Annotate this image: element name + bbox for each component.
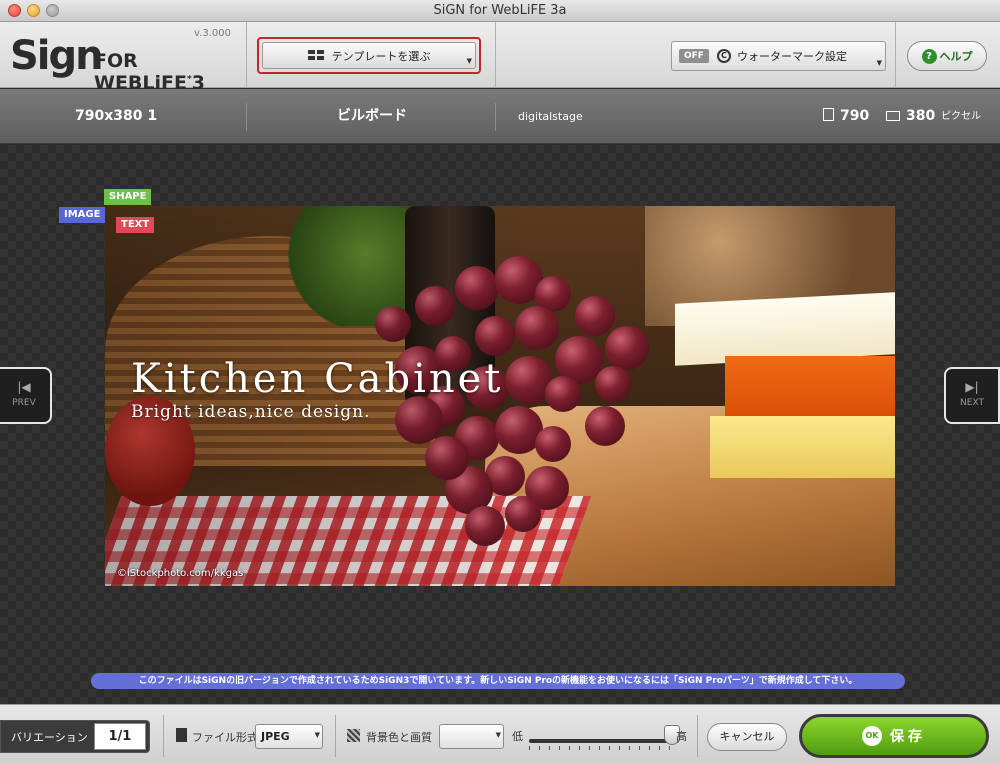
banner-title-text[interactable]: Kitchen Cabinet	[131, 356, 503, 402]
main-toolbar: Sign FOR WEBLiFE*3 v.3.000 テンプレートを選ぶ ▼ O…	[0, 22, 1000, 94]
prev-label: PREV	[12, 398, 36, 408]
banner-subtitle-text[interactable]: Bright ideas,nice design.	[131, 402, 370, 422]
template-size-variant: 790x380 1	[75, 108, 158, 124]
next-template-button[interactable]: ▶| NEXT	[944, 367, 1000, 424]
quality-slider[interactable]	[529, 739, 679, 743]
bg-quality-label: 背景色と画質	[366, 731, 432, 744]
copyright-icon: C	[716, 49, 731, 63]
next-label: NEXT	[960, 398, 984, 408]
variation-control: バリエーション 1/1	[0, 720, 150, 753]
info-divider	[495, 103, 496, 131]
banner-preview[interactable]: Kitchen Cabinet Bright ideas,nice design…	[105, 206, 895, 586]
zoom-window-button[interactable]	[46, 4, 59, 17]
app-version: v.3.000	[194, 28, 231, 39]
quality-low-label: 低	[512, 730, 523, 743]
bottom-toolbar: バリエーション 1/1 ファイル形式 JPEG ▼ 背景色と画質 ▼ 低 高 キ…	[0, 704, 1000, 764]
window-title-bar: SiGN for WebLiFE 3a	[0, 0, 1000, 22]
watermark-settings-label: ウォーターマーク設定	[736, 50, 847, 63]
select-template-button[interactable]: テンプレートを選ぶ ▼	[262, 42, 476, 69]
save-button[interactable]: OK 保存	[799, 714, 989, 758]
toolbar-divider	[895, 22, 896, 88]
watermark-off-badge[interactable]: OFF	[679, 49, 709, 63]
dropdown-arrow-icon: ▼	[495, 731, 501, 739]
help-label: ヘルプ	[939, 50, 973, 63]
close-window-button[interactable]	[8, 4, 21, 17]
photo-credit: ©iStockphoto.com/kkgas	[117, 568, 244, 579]
skip-back-icon: |◀	[17, 380, 31, 394]
logo-product-name: FOR WEBLiFE*3	[94, 50, 205, 94]
shape-layer-tag[interactable]: SHAPE	[104, 189, 152, 205]
template-author: digitalstage	[518, 110, 583, 123]
legacy-version-notice: このファイルはSiGNの旧バージョンで作成されているためSiGN3で開いています…	[91, 673, 905, 689]
minimize-window-button[interactable]	[27, 4, 40, 17]
pixel-unit-label: ピクセル	[941, 111, 981, 122]
template-category: ビルボード	[337, 108, 407, 124]
variation-value[interactable]: 1/1	[93, 723, 146, 750]
toolbar-divider	[246, 22, 247, 88]
template-grid-icon	[307, 50, 324, 61]
design-canvas: Kitchen Cabinet Bright ideas,nice design…	[0, 145, 1000, 704]
width-icon	[823, 108, 834, 121]
toolbar-divider	[495, 22, 496, 88]
quality-high-label: 高	[676, 730, 687, 743]
file-format-select[interactable]: JPEG ▼	[255, 724, 323, 749]
text-layer-tag[interactable]: TEXT	[116, 217, 155, 233]
help-question-icon: ?	[921, 48, 937, 64]
watermark-settings-button[interactable]: OFF C ウォーターマーク設定 ▼	[671, 41, 886, 71]
dropdown-arrow-icon: ▼	[876, 59, 882, 67]
skip-forward-icon: ▶|	[965, 380, 979, 394]
canvas-height: 380	[886, 89, 935, 144]
bottom-divider	[697, 715, 698, 757]
app-logo: Sign FOR WEBLiFE*3 v.3.000	[10, 28, 240, 94]
save-label: 保存	[890, 729, 926, 745]
file-format-icon	[176, 728, 187, 742]
template-info-bar: 790x380 1 ビルボード digitalstage 790 380 ピクセ…	[0, 89, 1000, 144]
bottom-divider	[335, 715, 336, 757]
dropdown-arrow-icon: ▼	[466, 57, 472, 65]
dropdown-arrow-icon: ▼	[314, 731, 320, 739]
background-checker-icon	[347, 729, 360, 742]
quality-slider-ticks	[529, 746, 679, 750]
cancel-button[interactable]: キャンセル	[707, 723, 787, 751]
window-title: SiGN for WebLiFE 3a	[433, 3, 567, 18]
template-button-highlight: テンプレートを選ぶ ▼	[257, 37, 481, 74]
background-color-select[interactable]: ▼	[439, 724, 504, 749]
height-icon	[886, 111, 900, 121]
logo-sign-mark: Sign	[10, 33, 104, 79]
prev-template-button[interactable]: |◀ PREV	[0, 367, 52, 424]
info-divider	[246, 103, 247, 131]
select-template-label: テンプレートを選ぶ	[331, 49, 431, 63]
file-format-label: ファイル形式	[192, 731, 258, 744]
canvas-width: 790	[823, 89, 869, 144]
help-button[interactable]: ? ヘルプ	[907, 41, 987, 71]
ok-icon: OK	[862, 726, 882, 746]
variation-label: バリエーション	[11, 730, 88, 744]
image-layer-tag[interactable]: IMAGE	[59, 207, 106, 223]
bottom-divider	[163, 715, 164, 757]
